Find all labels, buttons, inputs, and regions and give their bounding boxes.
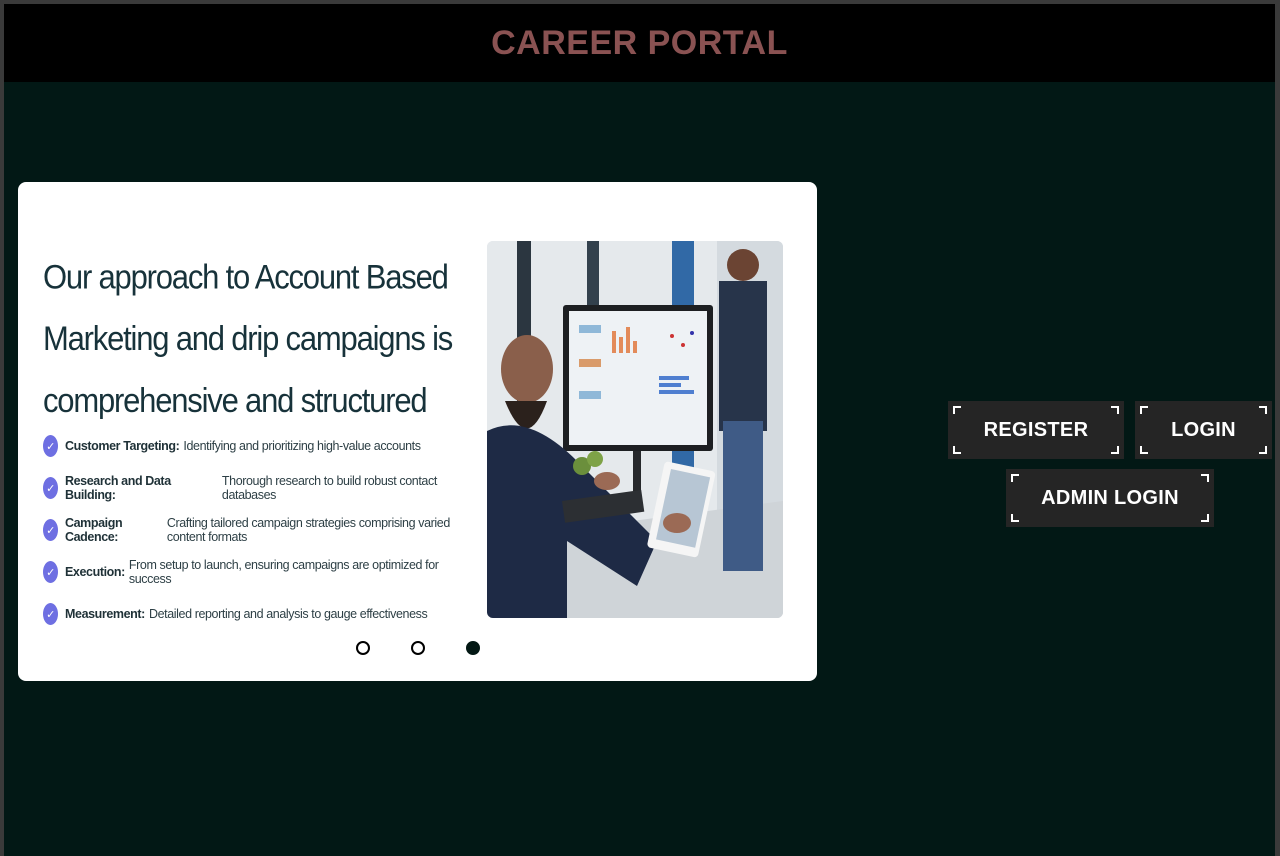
corner-bracket [1111,406,1119,414]
bullet-text: Crafting tailored campaign strategies co… [166,516,450,544]
carousel-slide: Our approach to Account Based Marketing … [18,182,817,681]
carousel-dot-2[interactable] [411,641,425,655]
bullet-label: Execution: [65,565,125,579]
corner-bracket [1011,474,1019,482]
corner-bracket [1011,514,1019,522]
list-item: ✓ Execution: From setup to launch, ensur… [43,551,483,593]
page-title: CAREER PORTAL [491,24,788,62]
bullet-label: Campaign Cadence: [65,516,123,544]
check-icon: ✓ [43,435,58,457]
admin-login-label: ADMIN LOGIN [1041,486,1179,509]
bullet-label: Customer Targeting: [65,439,180,453]
carousel-dots [356,641,480,655]
carousel-dot-3[interactable] [466,641,480,655]
corner-bracket [1140,446,1148,454]
list-item: ✓ Measurement: Detailed reporting and an… [43,593,483,635]
corner-bracket [1259,406,1267,414]
corner-bracket [1201,514,1209,522]
slide-heading: Our approach to Account Based Marketing … [43,257,453,420]
list-item: ✓ Research and Data Building: Thorough r… [43,467,483,509]
feature-list: ✓ Customer Targeting: Identifying and pr… [43,425,483,635]
check-icon: ✓ [43,477,58,499]
bullet-text: From setup to launch, ensuring campaigns… [128,558,439,586]
list-item: ✓ Campaign Cadence: Crafting tailored ca… [43,509,483,551]
bullet-text: Identifying and prioritizing high-value … [183,439,421,453]
login-label: LOGIN [1171,418,1236,441]
corner-bracket [1259,446,1267,454]
corner-bracket [953,406,961,414]
register-label: REGISTER [983,418,1089,441]
check-icon: ✓ [43,519,58,541]
bullet-label: Measurement: [65,607,145,621]
check-icon: ✓ [43,561,58,583]
register-button[interactable]: REGISTER [948,401,1124,459]
top-bar: CAREER PORTAL [4,4,1275,82]
corner-bracket [1140,406,1148,414]
bullet-label: Research and Data Building: [65,474,171,502]
bullet-text: Detailed reporting and analysis to gauge… [148,607,428,621]
list-item: ✓ Customer Targeting: Identifying and pr… [43,425,483,467]
corner-bracket [1111,446,1119,454]
office-photo [487,241,783,618]
carousel-dot-1[interactable] [356,641,370,655]
corner-bracket [1201,474,1209,482]
corner-bracket [953,446,961,454]
bullet-text: Thorough research to build robust contac… [221,474,437,502]
check-icon: ✓ [43,603,58,625]
admin-login-button[interactable]: ADMIN LOGIN [1006,469,1214,527]
page-frame: CAREER PORTAL Our approach to Account Ba… [4,4,1275,856]
login-button[interactable]: LOGIN [1135,401,1272,459]
